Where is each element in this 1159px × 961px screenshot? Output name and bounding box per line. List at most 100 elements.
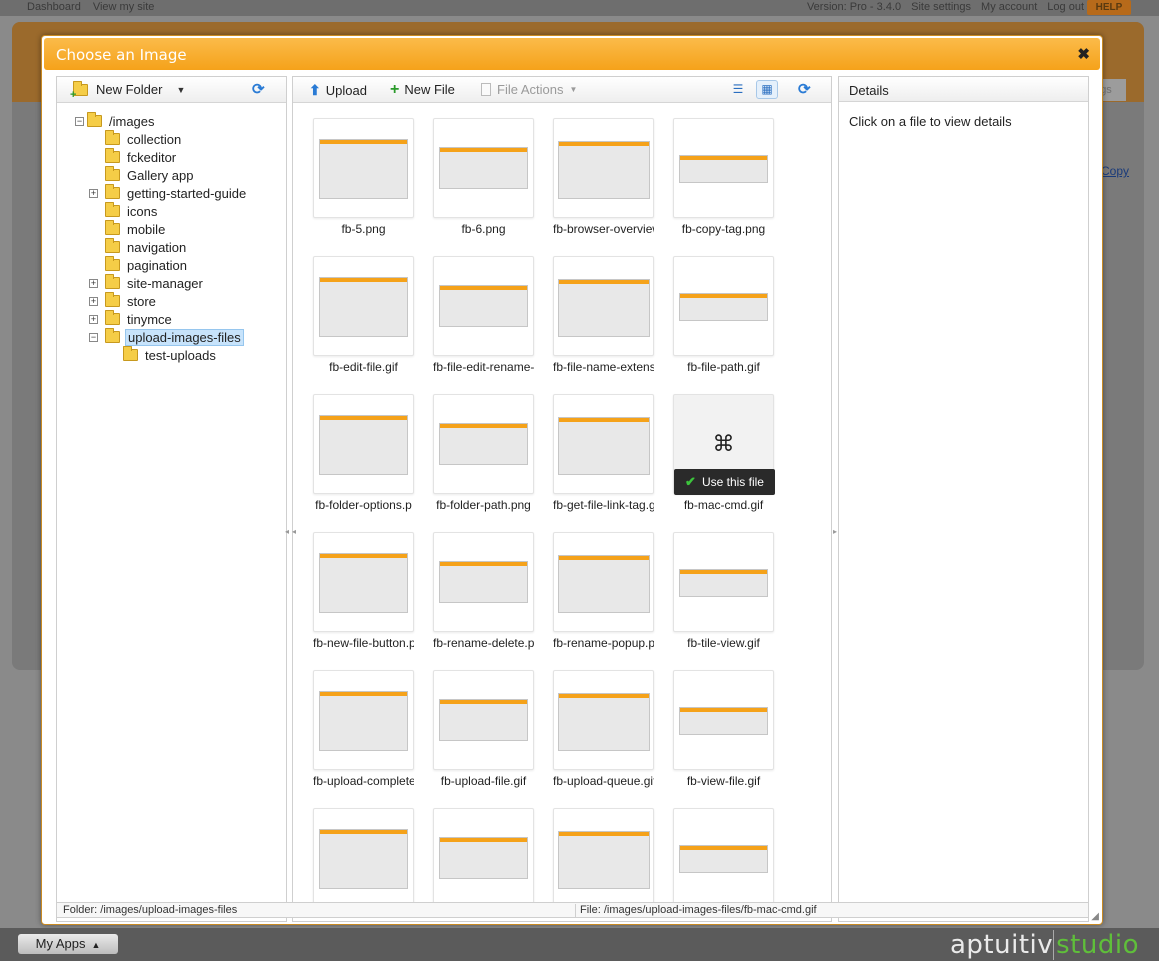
- tree-folder-item[interactable]: site-manager: [105, 274, 205, 292]
- topbar-link[interactable]: View my site: [93, 1, 155, 13]
- resize-grip-icon[interactable]: ◢: [1091, 911, 1099, 922]
- file-name-label: fb-5.png: [341, 222, 386, 236]
- my-apps-button[interactable]: My Apps ▲: [18, 934, 118, 954]
- file-tile[interactable]: fb-tile-view.gif: [673, 532, 774, 652]
- file-tile[interactable]: fb-view-file.gif: [673, 670, 774, 790]
- file-thumbnail[interactable]: [313, 256, 414, 356]
- close-icon[interactable]: ✖: [1077, 45, 1090, 63]
- file-thumbnail[interactable]: [313, 394, 414, 494]
- new-file-button[interactable]: + New File: [390, 81, 455, 97]
- tree-folder-item[interactable]: icons: [105, 202, 159, 220]
- help-button[interactable]: HELP: [1087, 0, 1131, 15]
- file-tile[interactable]: fb-browser-overview: [553, 118, 654, 238]
- file-thumbnail[interactable]: [673, 118, 774, 218]
- status-bar: Folder: /images/upload-images-files File…: [56, 902, 1089, 918]
- tree-folder-item[interactable]: store: [105, 292, 158, 310]
- file-thumbnail[interactable]: [553, 118, 654, 218]
- file-tile[interactable]: fb-folder-options.p: [313, 394, 414, 514]
- file-thumbnail[interactable]: [673, 670, 774, 770]
- file-tile[interactable]: fb-rename-delete.p: [433, 532, 534, 652]
- file-tile[interactable]: fb-file-path.gif: [673, 256, 774, 376]
- collapse-toggle-icon[interactable]: −: [89, 333, 98, 342]
- file-thumbnail[interactable]: [313, 532, 414, 632]
- thumbnail-preview: [439, 285, 528, 327]
- chevron-down-icon[interactable]: ▼: [176, 85, 185, 95]
- file-thumbnail[interactable]: ⌘ ✔ Use this file: [673, 394, 775, 495]
- file-thumbnail[interactable]: [433, 808, 534, 908]
- file-thumbnail[interactable]: [673, 256, 774, 356]
- tree-folder-item[interactable]: mobile: [105, 220, 167, 238]
- expand-toggle-icon[interactable]: +: [89, 189, 98, 198]
- file-actions-label: File Actions: [497, 82, 564, 97]
- left-splitter-handle[interactable]: ◂: [292, 527, 297, 536]
- file-name-label: fb-mac-cmd.gif: [683, 498, 764, 512]
- tree-folder-item[interactable]: getting-started-guide: [105, 184, 248, 202]
- file-grid: fb-5.png fb-6.png fb-browser-overview fb-co…: [293, 104, 831, 921]
- file-thumbnail[interactable]: [673, 808, 774, 908]
- topbar-link[interactable]: Log out: [1047, 1, 1084, 13]
- folder-icon: [87, 112, 102, 127]
- file-tile[interactable]: fb-upload-queue.gif: [553, 670, 654, 790]
- file-tile[interactable]: fb-copy-tag.png: [673, 118, 774, 238]
- tree-folder-item[interactable]: upload-images-files: [105, 328, 244, 346]
- folder-icon: [105, 328, 120, 343]
- file-thumbnail[interactable]: [313, 808, 414, 908]
- file-tile[interactable]: fb-upload-file.gif: [433, 670, 534, 790]
- file-thumbnail[interactable]: [553, 532, 654, 632]
- file-thumbnail[interactable]: [673, 532, 774, 632]
- expand-toggle-icon[interactable]: +: [89, 279, 98, 288]
- file-thumbnail[interactable]: [433, 256, 534, 356]
- file-thumbnail[interactable]: [553, 670, 654, 770]
- file-thumbnail[interactable]: [433, 670, 534, 770]
- file-tile[interactable]: fb-file-edit-rename-: [433, 256, 534, 376]
- thumbnail-preview: [679, 569, 768, 597]
- file-tile[interactable]: fb-5.png: [313, 118, 414, 238]
- collapse-handle[interactable]: ◂: [285, 527, 290, 536]
- new-folder-label: New Folder: [96, 82, 163, 97]
- topbar-link[interactable]: My account: [981, 1, 1037, 13]
- expand-toggle-icon[interactable]: +: [89, 297, 98, 306]
- chevron-down-icon: ▼: [569, 85, 578, 94]
- use-this-file-button[interactable]: ✔ Use this file: [674, 469, 775, 495]
- file-tile[interactable]: fb-upload-complete: [313, 670, 414, 790]
- expand-toggle-icon[interactable]: +: [89, 315, 98, 324]
- file-thumbnail[interactable]: [313, 118, 414, 218]
- file-tile[interactable]: fb-6.png: [433, 118, 534, 238]
- tree-folder-item[interactable]: Gallery app: [105, 166, 195, 184]
- file-tile[interactable]: fb-rename-popup.p: [553, 532, 654, 652]
- tree-folder-item[interactable]: /images: [87, 112, 157, 130]
- file-thumbnail[interactable]: [313, 670, 414, 770]
- new-folder-button[interactable]: + New Folder ▼: [70, 80, 185, 101]
- tree-folder-item[interactable]: fckeditor: [105, 148, 178, 166]
- file-thumbnail[interactable]: [433, 532, 534, 632]
- file-thumbnail[interactable]: [553, 394, 654, 494]
- bottom-bar: My Apps ▲ aptuitiv studio: [0, 928, 1159, 961]
- collapse-toggle-icon[interactable]: −: [75, 117, 84, 126]
- file-thumbnail[interactable]: [433, 394, 534, 494]
- file-name-label: fb-folder-path.png: [436, 498, 531, 512]
- file-tile[interactable]: fb-get-file-link-tag.g: [553, 394, 654, 514]
- tree-folder-item[interactable]: test-uploads: [123, 346, 218, 364]
- tree-folder-item[interactable]: collection: [105, 130, 183, 148]
- tile-view-icon[interactable]: ▦: [756, 80, 778, 99]
- tree-folder-item[interactable]: tinymce: [105, 310, 174, 328]
- upload-button[interactable]: ⬆ Upload: [309, 82, 367, 99]
- list-view-icon[interactable]: ☰: [727, 80, 749, 99]
- topbar-link[interactable]: Site settings: [911, 1, 971, 13]
- tree-folder-item[interactable]: pagination: [105, 256, 189, 274]
- tree-folder-item[interactable]: navigation: [105, 238, 188, 256]
- file-tile[interactable]: fb-edit-file.gif: [313, 256, 414, 376]
- file-tile[interactable]: fb-new-file-button.p: [313, 532, 414, 652]
- file-thumbnail[interactable]: [553, 808, 654, 908]
- file-tile[interactable]: ⌘ ✔ Use this file fb-mac-cmd.gif: [673, 394, 775, 514]
- file-thumbnail[interactable]: [553, 256, 654, 356]
- details-title: Details: [849, 83, 889, 98]
- refresh-icon[interactable]: ⟳: [798, 82, 813, 97]
- thumbnail-preview: [319, 691, 408, 751]
- file-actions-button[interactable]: File Actions ▼: [481, 82, 577, 97]
- file-tile[interactable]: fb-folder-path.png: [433, 394, 534, 514]
- refresh-icon[interactable]: ⟳: [252, 82, 267, 97]
- topbar-link[interactable]: Dashboard: [27, 1, 81, 13]
- file-tile[interactable]: fb-file-name-extens: [553, 256, 654, 376]
- file-thumbnail[interactable]: [433, 118, 534, 218]
